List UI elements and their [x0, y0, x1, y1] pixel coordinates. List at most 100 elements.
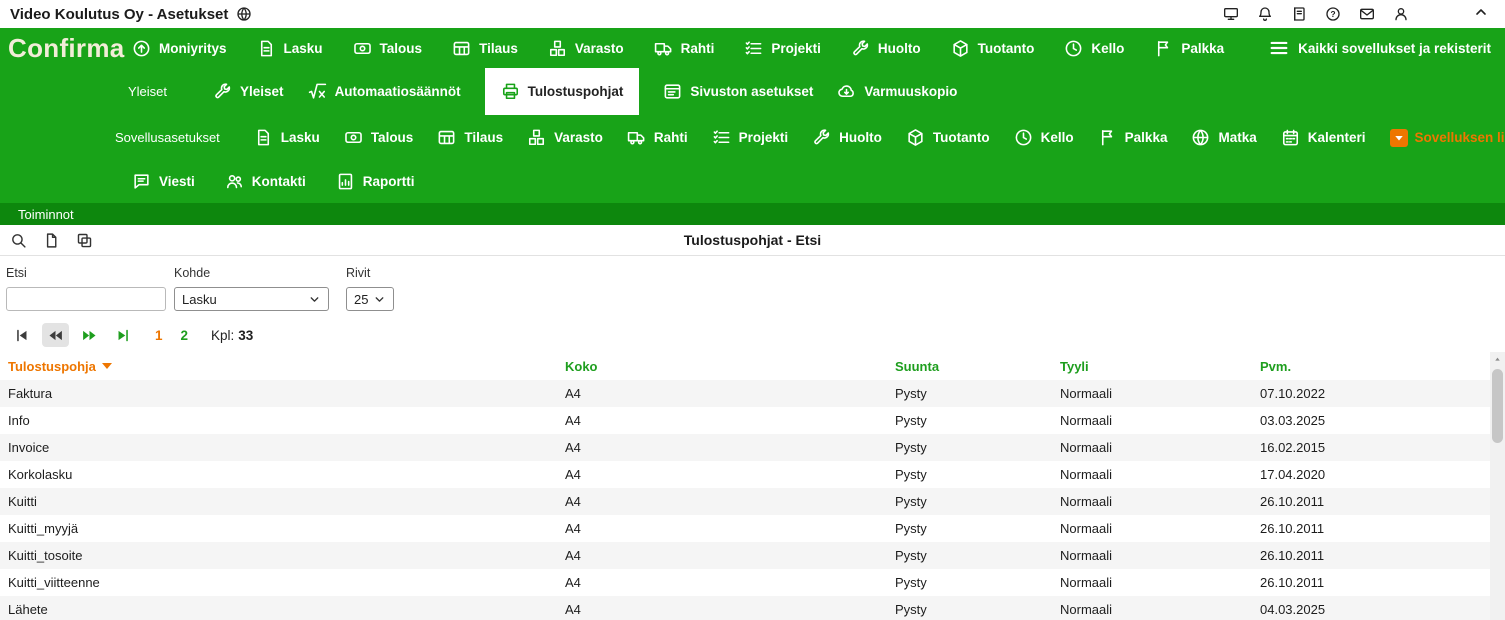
- appnav-huolto[interactable]: Huolto: [812, 128, 882, 147]
- result-count-label: Kpl:: [211, 328, 234, 343]
- user-icon[interactable]: [1393, 6, 1409, 22]
- previous-page-button[interactable]: [42, 323, 69, 347]
- tab-yleiset[interactable]: Yleiset: [213, 82, 284, 101]
- table-row[interactable]: InvoiceA4PystyNormaali16.02.2015: [0, 434, 1490, 461]
- copy-icon[interactable]: [76, 232, 93, 249]
- nav-palkka[interactable]: Palkka: [1154, 39, 1224, 58]
- appnav-tilaus[interactable]: Tilaus: [437, 128, 503, 147]
- clock-icon: [1014, 128, 1033, 147]
- appnav-tuotanto[interactable]: Tuotanto: [906, 128, 990, 147]
- table-row[interactable]: Kuitti_tosoiteA4PystyNormaali26.10.2011: [0, 542, 1490, 569]
- task-list-icon: [712, 128, 731, 147]
- cell-suunta: Pysty: [895, 413, 1060, 428]
- table-row[interactable]: KuittiA4PystyNormaali26.10.2011: [0, 488, 1490, 515]
- nav-talous[interactable]: Talous: [353, 39, 423, 58]
- search-form: Etsi Kohde Lasku Rivit 25: [0, 256, 1505, 318]
- appnav-palkka[interactable]: Palkka: [1098, 128, 1168, 147]
- tab-tulostuspohjat[interactable]: Tulostuspohjat: [485, 68, 640, 115]
- column-header-pvm[interactable]: Pvm.: [1260, 359, 1490, 374]
- table-row[interactable]: Kuitti_myyjäA4PystyNormaali26.10.2011: [0, 515, 1490, 542]
- nav-item-label: Rahti: [654, 130, 688, 145]
- table-row[interactable]: FakturaA4PystyNormaali07.10.2022: [0, 380, 1490, 407]
- column-header-tulostuspohja[interactable]: Tulostuspohja: [8, 359, 565, 374]
- nav-tilaus[interactable]: Tilaus: [452, 39, 518, 58]
- search-icon[interactable]: [10, 232, 27, 249]
- all-apps-button[interactable]: Kaikki sovellukset ja rekisterit: [1268, 37, 1491, 59]
- column-header-tyyli[interactable]: Tyyli: [1060, 359, 1260, 374]
- cell-tyyli: Normaali: [1060, 548, 1260, 563]
- cell-tulostuspohja: Faktura: [8, 386, 565, 401]
- next-page-button[interactable]: [76, 323, 103, 347]
- table-row[interactable]: KorkolaskuA4PystyNormaali17.04.2020: [0, 461, 1490, 488]
- nav-lasku[interactable]: Lasku: [257, 39, 323, 58]
- nav-kello[interactable]: Kello: [1064, 39, 1124, 58]
- app-settings-nav: Sovellusasetukset Lasku Talous Tilaus Va…: [0, 115, 1505, 160]
- notifications-bell-icon[interactable]: [1257, 6, 1273, 22]
- cell-tulostuspohja: Kuitti: [8, 494, 565, 509]
- last-page-button[interactable]: [110, 323, 137, 347]
- arrow-down-icon: [1393, 132, 1405, 144]
- nav-moniyritys[interactable]: Moniyritys: [132, 39, 227, 58]
- nav-huolto[interactable]: Huolto: [851, 39, 921, 58]
- nav-viesti[interactable]: Viesti: [132, 172, 195, 191]
- nav-kontakti[interactable]: Kontakti: [225, 172, 306, 191]
- nav-rahti[interactable]: Rahti: [654, 39, 715, 58]
- kohde-select[interactable]: Lasku: [174, 287, 329, 311]
- appnav-rahti[interactable]: Rahti: [627, 128, 688, 147]
- cell-pvm: 26.10.2011: [1260, 548, 1490, 563]
- extra-actions-button[interactable]: Sovelluksen lisätoiminnot: [1390, 129, 1505, 147]
- page-number-2[interactable]: 2: [181, 328, 189, 343]
- cloud-download-icon: [837, 82, 856, 101]
- nav-projekti[interactable]: Projekti: [744, 39, 821, 58]
- scrollbar-thumb[interactable]: [1492, 369, 1503, 443]
- kohde-label: Kohde: [174, 266, 329, 280]
- calendar-icon: [1281, 128, 1300, 147]
- rivit-select[interactable]: 25: [346, 287, 394, 311]
- column-header-koko[interactable]: Koko: [565, 359, 895, 374]
- page-number-1[interactable]: 1: [155, 328, 163, 343]
- actions-bar[interactable]: Toiminnot: [0, 203, 1505, 225]
- appnav-kello[interactable]: Kello: [1014, 128, 1074, 147]
- invoice-document-icon: [257, 39, 276, 58]
- cell-koko: A4: [565, 521, 895, 536]
- appnav-projekti[interactable]: Projekti: [712, 128, 789, 147]
- nav-tuotanto[interactable]: Tuotanto: [951, 39, 1035, 58]
- mail-icon[interactable]: [1359, 6, 1375, 22]
- brand-logo: Confirma: [8, 33, 125, 64]
- result-count: Kpl:33: [211, 328, 253, 343]
- next-page-icon: [81, 327, 98, 344]
- appnav-lasku[interactable]: Lasku: [254, 128, 320, 147]
- contacts-book-icon[interactable]: [1291, 6, 1307, 22]
- chat-bubble-icon: [132, 172, 151, 191]
- collapse-header-button[interactable]: [1473, 4, 1489, 25]
- nav-item-label: Projekti: [771, 41, 821, 56]
- appnav-talous[interactable]: Talous: [344, 128, 414, 147]
- nav-raportti[interactable]: Raportti: [336, 172, 415, 191]
- vertical-scrollbar[interactable]: [1490, 352, 1505, 620]
- tab-sivuston-asetukset[interactable]: Sivuston asetukset: [663, 82, 813, 101]
- table-row[interactable]: InfoA4PystyNormaali03.03.2025: [0, 407, 1490, 434]
- tab-varmuuskopio[interactable]: Varmuuskopio: [837, 82, 957, 101]
- triangle-up-icon: [1493, 355, 1502, 364]
- table-row[interactable]: LäheteA4PystyNormaali04.03.2025: [0, 596, 1490, 620]
- rivit-label: Rivit: [346, 266, 394, 280]
- devices-icon[interactable]: [1223, 6, 1239, 22]
- appnav-varasto[interactable]: Varasto: [527, 128, 603, 147]
- help-icon[interactable]: [1325, 6, 1341, 22]
- cell-suunta: Pysty: [895, 440, 1060, 455]
- nav-varasto[interactable]: Varasto: [548, 39, 624, 58]
- scroll-up-arrow-icon[interactable]: [1490, 352, 1505, 367]
- column-header-suunta[interactable]: Suunta: [895, 359, 1060, 374]
- page-title: Tulostuspohjat - Etsi: [684, 232, 821, 248]
- nav-item-label: Viesti: [159, 174, 195, 189]
- nav-item-label: Varasto: [575, 41, 624, 56]
- tab-automaatiosaannot[interactable]: Automaatiosäännöt: [308, 82, 461, 101]
- search-input[interactable]: [6, 287, 166, 311]
- nav-item-label: Matka: [1218, 130, 1256, 145]
- first-page-button[interactable]: [8, 323, 35, 347]
- appnav-matka[interactable]: Matka: [1191, 128, 1256, 147]
- table-row[interactable]: Kuitti_viitteenneA4PystyNormaali26.10.20…: [0, 569, 1490, 596]
- new-document-icon[interactable]: [43, 232, 60, 249]
- cell-pvm: 16.02.2015: [1260, 440, 1490, 455]
- appnav-kalenteri[interactable]: Kalenteri: [1281, 128, 1366, 147]
